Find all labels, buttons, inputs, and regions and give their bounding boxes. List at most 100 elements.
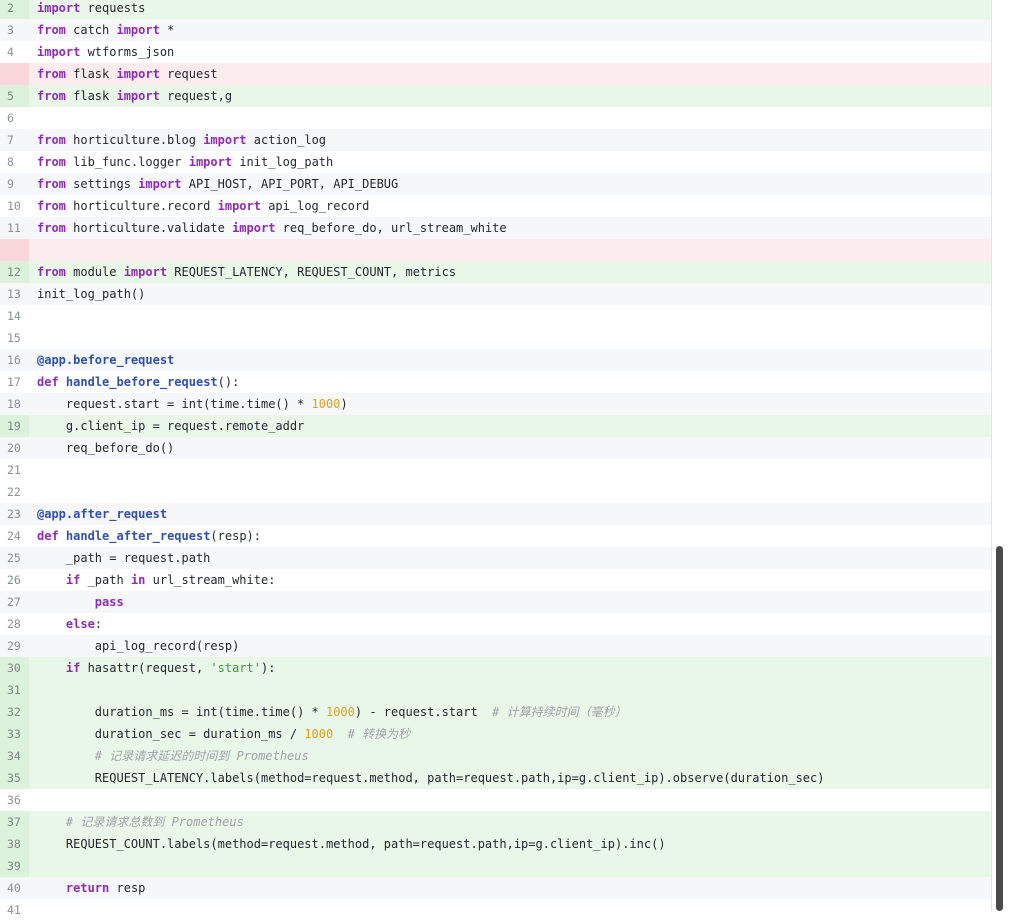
line-number: 7 [7,133,14,147]
code-line: 41 [0,899,991,921]
code-text: import wtforms_json [29,41,991,63]
code-text: pass [29,591,991,613]
code-text: duration_ms = int(time.time() * 1000) - … [29,701,991,723]
code-keyword: import [232,221,276,235]
code-line: 7 from horticulture.blog import action_lo… [0,129,991,151]
code-line: 40 return resp [0,877,991,899]
code-token: duration_ms = int(time.time() * [37,705,326,719]
code-text: if hasattr(request, 'start'): [29,657,991,679]
code-keyword: from [37,177,66,191]
code-token: _path = request.path [37,551,211,565]
removed-line: from flask import request [0,63,991,85]
line-number: 36 [7,793,21,807]
code-keyword: if [65,661,81,675]
added-line: 32 duration_ms = int(time.time() * 1000)… [0,701,991,723]
code-line: 3 from catch import * [0,19,991,41]
line-number: 11 [7,221,21,235]
code-comment: # 计算持续时间（毫秒） [492,705,627,719]
code-token: ): [260,661,276,675]
code-token: url_stream_white: [145,573,276,587]
code-line: 20 req_before_do() [0,437,991,459]
code-keyword: from [37,133,66,147]
code-keyword: from [37,23,66,37]
code-comment: # 记录请求总数到 Prometheus [65,815,244,829]
code-token: handle_after_request [65,529,211,543]
code-token: 'start' [210,661,261,675]
code-token: request.start = int(time.time() * [37,397,312,411]
added-line: 38 REQUEST_COUNT.labels(method=request.m… [0,833,991,855]
code-keyword: import [37,1,81,15]
code-token: module [65,265,124,279]
code-token: ) - request.start [354,705,493,719]
code-line: 9 from settings import API_HOST, API_PORT… [0,173,991,195]
code-keyword: from [37,155,66,169]
code-token: settings [65,177,139,191]
code-line: 4 import wtforms_json [0,41,991,63]
code-token: lib_func.logger [65,155,189,169]
code-line: 27 pass [0,591,991,613]
added-line: 30 if hasattr(request, 'start'): [0,657,991,679]
code-token: api_log_record [260,199,370,213]
code-text: else: [29,613,991,635]
code-comment: # 记录请求延迟的时间到 Prometheus [94,749,309,763]
line-number: 22 [7,485,21,499]
code-keyword: import [138,177,182,191]
code-text: api_log_record(resp) [29,635,991,657]
code-token: REQUEST_COUNT.labels(method=request.meth… [37,837,666,851]
code-text: @app.before_request [29,349,991,371]
code-keyword: import [188,155,233,169]
line-number: 13 [7,287,21,301]
code-keyword: in [130,573,146,587]
scrollbar-thumb[interactable] [996,546,1003,911]
code-text: from catch import * [29,19,991,41]
code-token: horticulture.validate [65,221,233,235]
code-keyword: else [65,617,95,631]
code-keyword: import [123,265,168,279]
code-token: catch [65,23,117,37]
code-line: 17 def handle_before_request(): [0,371,991,393]
code-line: 13 init_log_path() [0,283,991,305]
code-token: api_log_record(resp) [37,639,240,653]
line-number: 10 [7,199,21,213]
code-token: ) [340,397,348,411]
code-token: 1000 [325,705,355,719]
code-line: 6 [0,107,991,129]
code-line: 25 _path = request.path [0,547,991,569]
added-line: 12 from module import REQUEST_LATENCY, RE… [0,261,991,283]
line-number: 15 [7,331,21,345]
code-token: @app.after_request [37,507,168,521]
added-line: 19 g.client_ip = request.remote_addr [0,415,991,437]
code-text: def handle_after_request(resp): [29,525,991,547]
code-text: REQUEST_COUNT.labels(method=request.meth… [29,833,991,855]
added-line: 2 import requests [0,0,991,19]
added-line: 37 # 记录请求总数到 Prometheus [0,811,991,833]
line-number: 33 [0,723,29,745]
line-number [0,63,29,85]
line-number: 9 [7,177,14,191]
code-line: 8 from lib_func.logger import init_log_pa… [0,151,991,173]
added-line: 39 [0,855,991,877]
line-number: 24 [7,529,21,543]
line-number: 40 [7,881,21,895]
line-number: 19 [0,415,29,437]
code-keyword: from [37,221,66,235]
line-number [0,239,29,261]
code-text: duration_sec = duration_ms / 1000 # 转换为秒 [29,723,991,745]
vertical-scrollbar[interactable] [991,0,1007,911]
code-text: REQUEST_LATENCY.labels(method=request.me… [29,767,991,789]
code-text: init_log_path() [29,283,991,305]
code-line: 14 [0,305,991,327]
line-number: 6 [7,111,14,125]
code-text: from settings import API_HOST, API_PORT,… [29,173,991,195]
